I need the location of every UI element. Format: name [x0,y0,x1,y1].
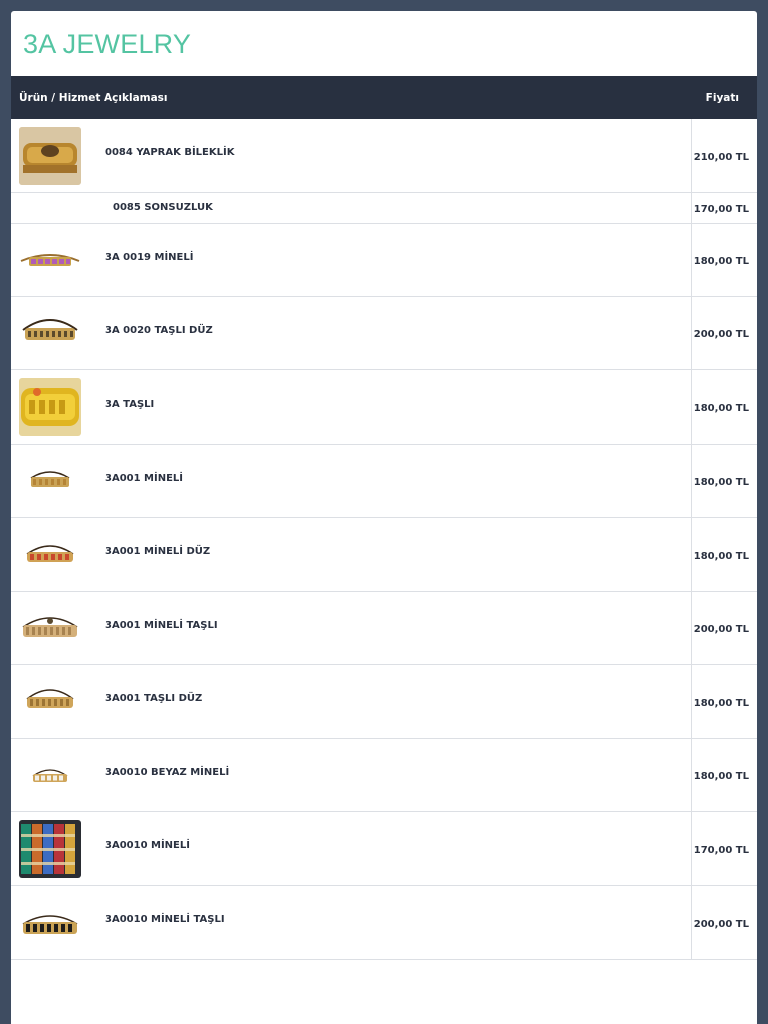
product-price: 170,00 TL [691,193,757,223]
product-image[interactable] [19,525,81,584]
row-description-cell: 3A0010 MİNELİ [11,812,691,885]
row-description-cell: 3A0010 BEYAZ MİNELİ [11,739,691,811]
product-name: 3A001 MİNELİ [105,472,184,484]
product-name: 3A001 MİNELİ TAŞLI [105,619,218,631]
product-image[interactable] [19,231,81,289]
price-list-card: 3A JEWELRY Ürün / Hizmet Açıklaması Fiya… [11,11,757,1024]
table-row[interactable]: 3A0010 BEYAZ MİNELİ 180,00 TL [11,739,757,812]
product-image[interactable] [19,126,81,185]
product-price: 180,00 TL [691,224,757,296]
row-description-cell: 0084 YAPRAK BİLEKLİK [11,119,691,192]
table-row[interactable]: 3A 0020 TAŞLI DÜZ 200,00 TL [11,297,757,370]
table-row[interactable]: 3A TAŞLI 180,00 TL [11,370,757,445]
product-name: 3A TAŞLI [105,398,155,410]
column-header-description: Ürün / Hizmet Açıklaması [19,91,168,104]
product-price: 180,00 TL [691,370,757,444]
row-description-cell: 3A 0019 MİNELİ [11,224,691,296]
row-description-cell: 3A001 MİNELİ DÜZ [11,518,691,591]
product-name: 3A001 MİNELİ DÜZ [105,546,211,557]
table-row[interactable]: 3A0010 MİNELİ TAŞLI 200,00 TL [11,886,757,960]
table-row[interactable]: 3A001 TAŞLI DÜZ 180,00 TL [11,665,757,739]
row-description-cell: 3A 0020 TAŞLI DÜZ [11,297,691,369]
table-row[interactable]: 3A 0019 MİNELİ 180,00 TL [11,224,757,297]
product-name: 3A 0019 MİNELİ [105,251,194,263]
product-name: 0085 SONSUZLUK [113,202,213,213]
table-row[interactable]: 3A0010 MİNELİ 170,00 TL [11,812,757,886]
table-header: Ürün / Hizmet Açıklaması Fiyatı [11,76,757,119]
product-price: 200,00 TL [691,886,757,959]
row-description-cell: 3A0010 MİNELİ TAŞLI [11,886,691,959]
column-header-price: Fiyatı [705,91,739,104]
product-name: 0084 YAPRAK BİLEKLİK [105,147,235,158]
product-image[interactable] [19,746,81,804]
product-image[interactable] [19,304,81,362]
table-row[interactable]: 0085 SONSUZLUK 170,00 TL [11,193,757,224]
row-description-cell: 3A001 MİNELİ [11,445,691,517]
shop-title: 3A JEWELRY [23,29,192,59]
product-name: 3A0010 MİNELİ TAŞLI [105,914,225,925]
row-description-cell: 3A001 TAŞLI DÜZ [11,665,691,738]
product-name: 3A001 TAŞLI DÜZ [105,693,203,704]
table-row[interactable]: 3A001 MİNELİ TAŞLI 200,00 TL [11,592,757,665]
row-description-cell: 3A TAŞLI [11,370,691,444]
product-image[interactable] [19,672,81,731]
product-image[interactable] [19,819,81,878]
product-price: 180,00 TL [691,665,757,738]
product-price: 180,00 TL [691,445,757,517]
product-price: 180,00 TL [691,518,757,591]
product-price: 180,00 TL [691,739,757,811]
product-image[interactable] [19,893,81,952]
row-description-cell: 0085 SONSUZLUK [11,193,691,223]
table-row[interactable]: 0084 YAPRAK BİLEKLİK 210,00 TL [11,119,757,193]
product-price: 200,00 TL [691,592,757,664]
product-price: 200,00 TL [691,297,757,369]
product-price: 210,00 TL [691,119,757,192]
table-row[interactable]: 3A001 MİNELİ 180,00 TL [11,445,757,518]
product-image[interactable] [19,452,81,510]
product-name: 3A0010 BEYAZ MİNELİ [105,766,230,778]
product-price: 170,00 TL [691,812,757,885]
product-image[interactable] [19,599,81,657]
product-name: 3A 0020 TAŞLI DÜZ [105,324,213,336]
product-name: 3A0010 MİNELİ [105,840,190,851]
table-row[interactable]: 3A001 MİNELİ DÜZ 180,00 TL [11,518,757,592]
row-description-cell: 3A001 MİNELİ TAŞLI [11,592,691,664]
product-image[interactable] [19,378,81,436]
